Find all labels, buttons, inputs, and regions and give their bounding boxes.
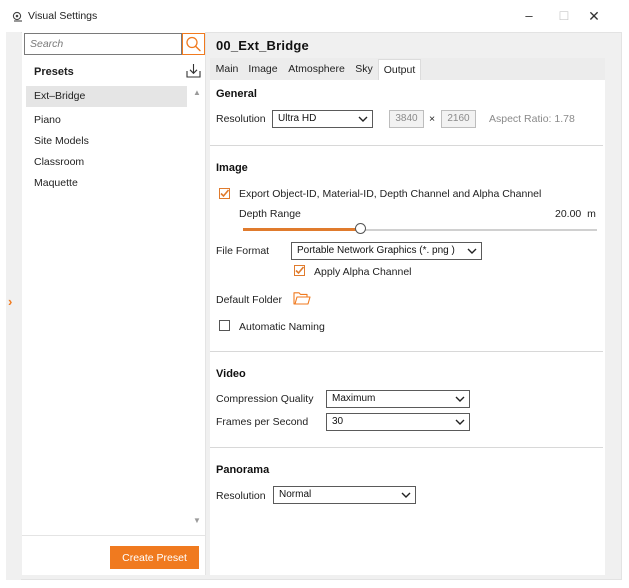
resolution-label: Resolution: [216, 113, 266, 125]
preset-item-site-models[interactable]: Site Models: [26, 131, 187, 152]
export-channels-checkbox[interactable]: [219, 188, 230, 199]
section-title-video: Video: [216, 368, 246, 380]
check-icon: [220, 189, 230, 198]
panorama-resolution-select[interactable]: Normal: [273, 486, 416, 504]
file-format-select[interactable]: Portable Network Graphics (*. png ): [291, 242, 482, 260]
width-field[interactable]: 3840: [389, 110, 424, 128]
depth-range-label: Depth Range: [239, 208, 301, 220]
scroll-up-icon[interactable]: ▲: [193, 88, 201, 97]
panorama-resolution-value: Normal: [279, 489, 312, 500]
section-title-general: General: [216, 88, 257, 100]
tab-sky[interactable]: Sky: [352, 59, 376, 80]
maximize-button[interactable]: ☐: [556, 8, 572, 24]
expand-arrow-icon[interactable]: ›: [8, 294, 12, 309]
chevron-down-icon: [401, 492, 411, 498]
file-format-label: File Format: [216, 245, 270, 257]
times-symbol: ×: [429, 113, 436, 125]
search-input[interactable]: [24, 33, 182, 55]
preset-item-piano[interactable]: Piano: [26, 110, 187, 131]
tab-atmosphere[interactable]: Atmosphere: [286, 59, 347, 80]
compression-quality-select[interactable]: Maximum: [326, 390, 470, 408]
search-button[interactable]: [182, 33, 205, 55]
panorama-resolution-label: Resolution: [216, 490, 266, 502]
default-folder-label: Default Folder: [216, 294, 282, 306]
depth-range-slider-fill: [243, 228, 360, 231]
chevron-down-icon: [455, 419, 465, 425]
tab-output[interactable]: Output: [378, 59, 421, 80]
apply-alpha-checkbox[interactable]: [294, 265, 305, 276]
check-icon: [295, 266, 305, 275]
depth-range-value: 20.00 m: [555, 208, 596, 220]
section-title-panorama: Panorama: [216, 464, 270, 476]
chevron-down-icon: [358, 116, 368, 122]
divider: [210, 447, 603, 448]
create-preset-button[interactable]: Create Preset: [110, 546, 199, 569]
export-channels-label: Export Object-ID, Material-ID, Depth Cha…: [239, 188, 542, 200]
compression-quality-value: Maximum: [332, 393, 376, 404]
divider: [210, 145, 603, 146]
file-format-select-value: Portable Network Graphics (*. png ): [297, 245, 455, 256]
close-button[interactable]: ✕: [586, 8, 602, 24]
chevron-down-icon: [467, 248, 477, 254]
automatic-naming-checkbox[interactable]: [219, 320, 230, 331]
apply-alpha-label: Apply Alpha Channel: [314, 266, 412, 278]
frames-per-second-label: Frames per Second: [216, 416, 309, 428]
automatic-naming-label: Automatic Naming: [239, 321, 325, 333]
frames-per-second-select[interactable]: 30: [326, 413, 470, 431]
frames-per-second-value: 30: [332, 416, 344, 427]
presets-title: Presets: [34, 66, 74, 78]
window-title: Visual Settings: [28, 10, 98, 22]
height-field[interactable]: 2160: [441, 110, 476, 128]
preset-item-classroom[interactable]: Classroom: [26, 152, 187, 173]
preset-item-maquette[interactable]: Maquette: [26, 173, 187, 194]
tab-image[interactable]: Image: [246, 59, 280, 80]
import-preset-icon[interactable]: [185, 62, 202, 79]
scroll-down-icon[interactable]: ▼: [193, 516, 201, 525]
chevron-down-icon: [455, 396, 465, 402]
depth-range-slider-thumb[interactable]: [354, 223, 366, 234]
compression-quality-label: Compression Quality: [216, 393, 314, 405]
preset-title: 00_Ext_Bridge: [216, 38, 309, 53]
preset-item-ext-bridge[interactable]: Ext–Bridge: [26, 86, 187, 107]
resolution-select[interactable]: Ultra HD: [272, 110, 373, 128]
divider: [22, 535, 206, 536]
resolution-select-value: Ultra HD: [278, 113, 317, 124]
aspect-ratio: Aspect Ratio: 1.78: [489, 113, 575, 125]
tab-main[interactable]: Main: [213, 59, 241, 80]
minimize-button[interactable]: –: [521, 8, 537, 24]
divider: [210, 351, 603, 352]
section-title-image: Image: [216, 162, 248, 174]
folder-icon[interactable]: [293, 291, 311, 309]
app-icon: [12, 11, 24, 23]
